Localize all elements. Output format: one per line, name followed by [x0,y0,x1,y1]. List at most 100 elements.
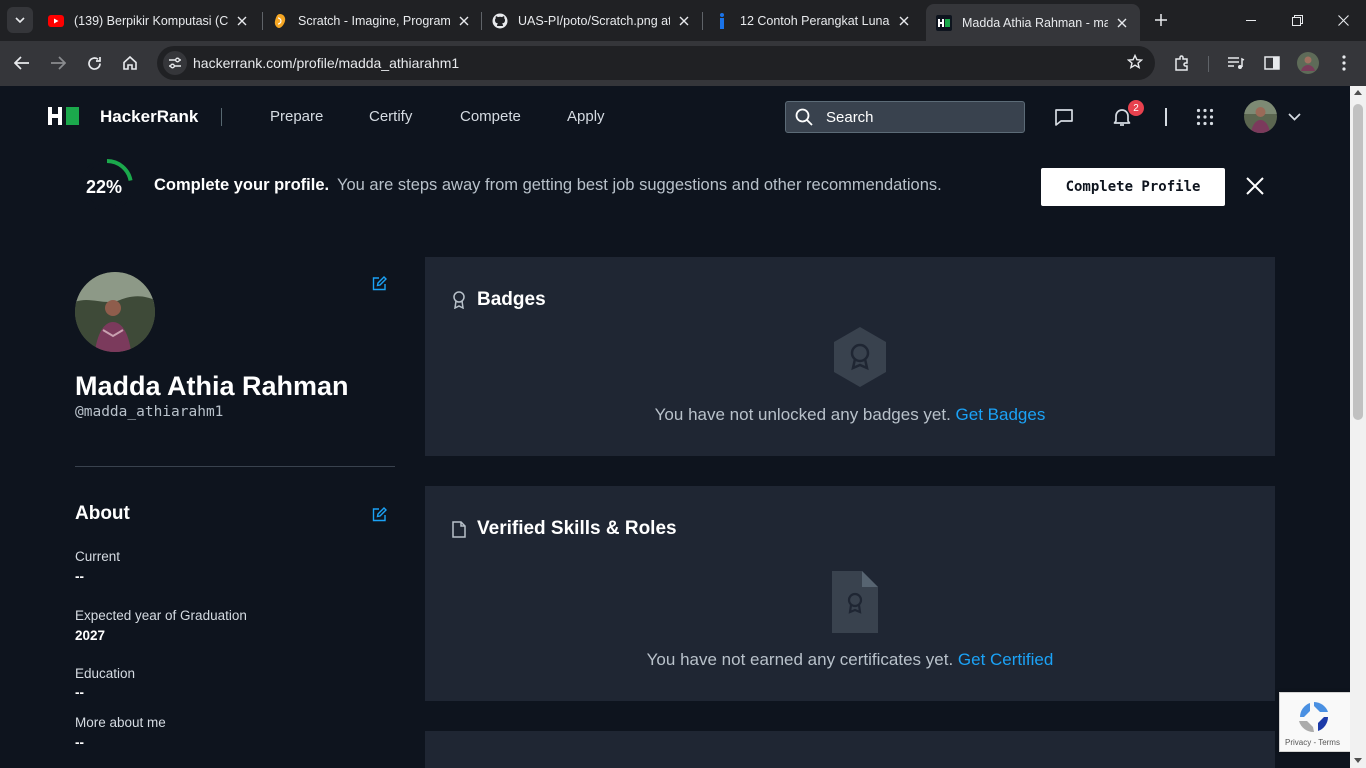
user-avatar[interactable] [1244,100,1277,133]
chevron-down-icon [15,17,25,23]
avatar [1244,100,1277,133]
edit-icon [372,506,387,521]
apps-menu-button[interactable] [1194,106,1216,128]
scroll-up-arrow-icon[interactable] [1354,90,1362,95]
tab-title: Scratch - Imagine, Program, [298,13,450,28]
field-value-current: -- [75,569,84,584]
recaptcha-icon [1299,702,1328,733]
address-bar[interactable]: hackerrank.com/profile/madda_athiarahm1 [157,46,1155,80]
badge-ribbon-icon [451,291,467,309]
about-heading: About [75,503,130,524]
avatar [1297,52,1319,74]
close-tab-icon[interactable] [676,13,692,29]
search-input[interactable]: Search [785,101,1025,133]
badges-empty-text: You have not unlocked any badges yet. [654,405,951,424]
minimize-button[interactable] [1228,0,1274,41]
field-value-graduation: 2027 [75,628,106,643]
profile-divider [75,466,395,467]
bookmark-star-icon[interactable] [1126,53,1144,75]
tab-title: Madda Athia Rahman - mad [962,15,1108,30]
reload-icon [87,56,101,70]
verified-skills-title: Verified Skills & Roles [477,518,677,539]
forward-button[interactable] [44,49,72,77]
avatar [75,272,155,352]
grid-icon [1196,108,1214,126]
badges-title: Badges [477,289,546,310]
close-tab-icon[interactable] [456,13,472,29]
url-text: hackerrank.com/profile/madda_athiarahm1 [193,55,460,71]
puzzle-icon [1175,55,1188,71]
scroll-down-arrow-icon[interactable] [1354,758,1362,763]
profile-username: @madda_athiarahm1 [75,404,224,420]
hackerrank-page: HackerRank Prepare Certify Compete Apply… [0,86,1350,768]
nav-link-compete[interactable]: Compete [460,108,521,125]
arrow-right-icon [51,56,66,70]
profile-avatar [75,272,155,352]
complete-profile-button[interactable]: Complete Profile [1041,168,1225,206]
nav-link-certify[interactable]: Certify [369,108,412,125]
banner-title: Complete your profile. [154,176,330,194]
field-label-education: Education [75,666,136,681]
top-navigation: HackerRank Prepare Certify Compete Apply… [0,86,1350,148]
badges-card: Badges You have not unlocked any badges … [425,257,1275,456]
close-tab-icon[interactable] [896,13,912,29]
edit-profile-button[interactable] [370,274,388,292]
browser-tab-active[interactable]: Madda Athia Rahman - mad [926,4,1140,41]
close-tab-icon[interactable] [1114,15,1130,31]
browser-toolbar: hackerrank.com/profile/madda_athiarahm1 [0,41,1366,86]
field-value-more-about: -- [75,735,84,750]
toolbar-divider [1208,56,1209,72]
reload-button[interactable] [80,49,108,77]
certificates-empty-message: You have not earned any certificates yet… [425,650,1275,670]
recaptcha-links[interactable]: Privacy - Terms [1285,738,1340,747]
close-window-button[interactable] [1320,0,1366,41]
nav-link-prepare[interactable]: Prepare [270,108,323,125]
certificate-placeholder-icon [832,571,878,633]
get-badges-link[interactable]: Get Badges [956,405,1046,424]
minimize-icon [1246,20,1256,21]
media-control-button[interactable] [1222,49,1250,77]
browser-tab[interactable]: Scratch - Imagine, Program, [262,4,482,37]
hackerrank-logo-icon [48,107,79,125]
certificates-empty-text: You have not earned any certificates yet… [646,650,954,669]
tab-search-button[interactable] [7,7,33,33]
recaptcha-badge[interactable]: Privacy - Terms [1279,692,1350,752]
hackerrank-logo[interactable] [48,107,80,125]
get-certified-link[interactable]: Get Certified [958,650,1053,669]
side-panel-button[interactable] [1258,49,1286,77]
profile-name: Madda Athia Rahman [75,371,349,401]
home-button[interactable] [116,49,144,77]
site-info-icon[interactable] [163,51,187,75]
scrollbar-thumb[interactable] [1353,104,1363,420]
tab-title: 12 Contoh Perangkat Lunak [740,13,890,28]
browser-tab[interactable]: 12 Contoh Perangkat Lunak [704,4,922,37]
user-menu-toggle[interactable] [1283,106,1305,128]
edit-about-button[interactable] [370,505,388,523]
new-tab-button[interactable] [1150,9,1172,31]
chat-icon [1055,108,1073,126]
messages-button[interactable] [1053,106,1075,128]
side-panel-icon [1264,56,1280,70]
arrow-left-icon [14,56,29,70]
restore-button[interactable] [1274,0,1320,41]
plus-icon [1155,14,1167,26]
page-scrollbar[interactable] [1350,86,1366,768]
profile-button[interactable] [1294,49,1322,77]
nav-link-apply[interactable]: Apply [567,108,605,125]
field-label-current: Current [75,549,121,564]
scratch-icon [272,13,288,29]
tab-title: UAS-PI/poto/Scratch.png at [518,13,670,28]
github-icon [492,13,508,29]
edit-icon [372,275,387,290]
hackerrank-icon [936,14,952,31]
browser-tab[interactable]: UAS-PI/poto/Scratch.png at [482,4,702,37]
profile-progress-percent: 22% [86,177,123,197]
brand-name[interactable]: HackerRank [100,107,198,127]
back-button[interactable] [8,49,36,77]
extensions-button[interactable] [1168,49,1196,77]
close-tab-icon[interactable] [234,13,250,29]
close-banner-button[interactable] [1243,174,1267,198]
banner-description: You are steps away from getting best job… [337,176,942,194]
browser-menu-button[interactable] [1330,49,1358,77]
browser-tab[interactable]: (139) Berpikir Komputasi (Co [38,4,260,37]
